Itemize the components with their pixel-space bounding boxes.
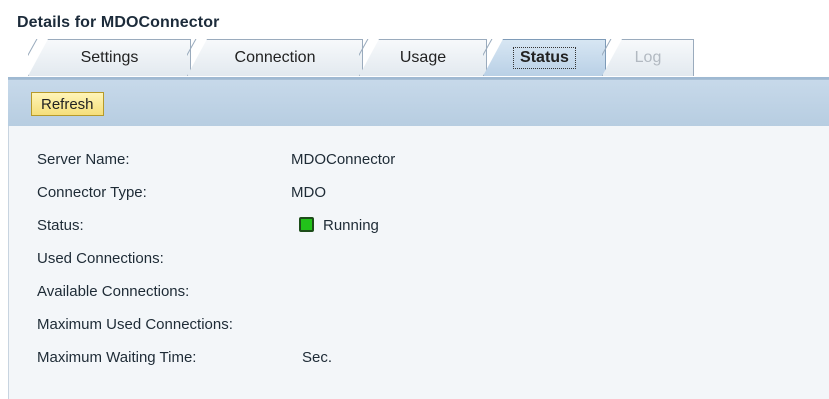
tab-settings[interactable]: Settings (28, 39, 191, 76)
max-waiting-time-label: Maximum Waiting Time: (37, 349, 197, 366)
server-name-value: MDOConnector (291, 151, 396, 168)
tab-log: Log (602, 39, 694, 76)
tab-usage[interactable]: Usage (359, 39, 487, 76)
tab-connection[interactable]: Connection (187, 39, 363, 76)
tab-usage-label: Usage (399, 48, 447, 66)
details-panel: Server Name: MDOConnector Connector Type… (8, 126, 829, 399)
tab-slant (483, 39, 505, 76)
tab-slant (28, 39, 50, 76)
status-label: Status: (37, 217, 84, 234)
toolbar: Refresh (8, 79, 829, 126)
tab-status-label: Status (513, 46, 576, 69)
status-value-group: Running (299, 217, 379, 234)
tab-slant (187, 39, 209, 76)
max-used-connections-label: Maximum Used Connections: (37, 316, 233, 333)
available-connections-label: Available Connections: (37, 283, 190, 300)
refresh-button[interactable]: Refresh (31, 92, 104, 116)
status-indicator-icon (299, 217, 314, 232)
tab-slant (602, 39, 624, 76)
used-connections-label: Used Connections: (37, 250, 164, 267)
tab-strip: Settings Connection Usage Status Log (0, 33, 829, 79)
connector-type-value: MDO (291, 184, 326, 201)
tab-connection-label: Connection (234, 48, 316, 66)
status-value: Running (323, 217, 379, 234)
max-waiting-time-value: Sec. (302, 349, 333, 366)
tab-settings-label: Settings (80, 48, 139, 66)
tab-log-label: Log (634, 48, 662, 66)
tab-status[interactable]: Status (483, 39, 606, 76)
page-title: Details for MDOConnector (17, 14, 220, 31)
tab-slant (359, 39, 381, 76)
connector-type-label: Connector Type: (37, 184, 147, 201)
server-name-label: Server Name: (37, 151, 130, 168)
